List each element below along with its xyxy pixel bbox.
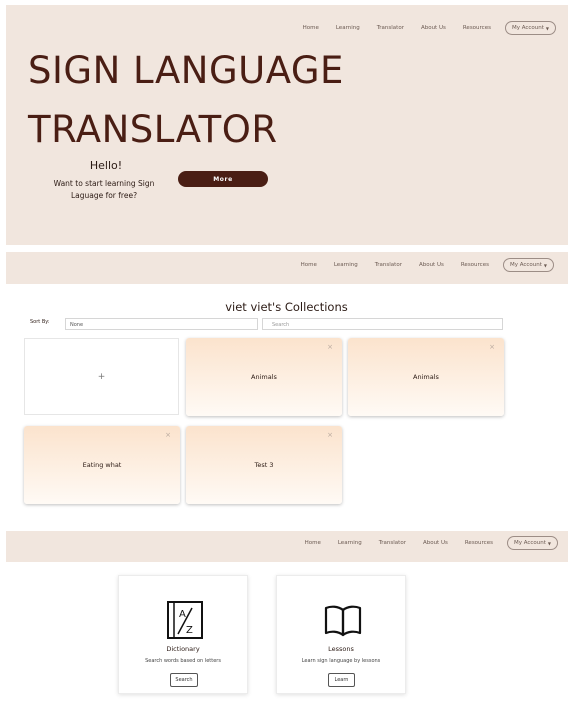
collection-card-title: Eating what — [82, 461, 122, 469]
collection-card[interactable]: Animals × — [348, 338, 504, 416]
lessons-description: Learn sign language by lessons — [301, 658, 381, 664]
resources-header: Home Learning Translator About Us Resour… — [6, 531, 568, 562]
close-icon[interactable]: × — [327, 343, 333, 351]
close-icon[interactable]: × — [327, 431, 333, 439]
chevron-down-icon: ▼ — [545, 25, 549, 31]
hero-hello: Hello! — [89, 159, 123, 172]
nav-about-us[interactable]: About Us — [421, 25, 446, 31]
nav-resources[interactable]: Resources — [461, 262, 489, 268]
svg-text:A: A — [179, 609, 186, 620]
collection-card[interactable]: Test 3 × — [186, 426, 342, 504]
nav-about-us[interactable]: About Us — [423, 540, 448, 546]
top-nav: Home Learning Translator About Us Resour… — [286, 21, 556, 35]
top-nav: Home Learning Translator About Us Resour… — [284, 258, 554, 272]
my-account-button[interactable]: My Account ▼ — [506, 536, 558, 550]
my-account-label: My Account — [511, 25, 544, 31]
hero-subtitle: Want to start learning Sign Laguage for … — [53, 179, 155, 200]
nav-learning[interactable]: Learning — [336, 25, 360, 31]
nav-resources[interactable]: Resources — [465, 540, 493, 546]
collection-card[interactable]: Animals × — [186, 338, 342, 416]
nav-learning[interactable]: Learning — [334, 262, 358, 268]
nav-translator[interactable]: Translator — [375, 262, 402, 268]
nav-translator[interactable]: Translator — [377, 25, 404, 31]
top-nav: Home Learning Translator About Us Resour… — [288, 536, 558, 550]
dictionary-a-z-icon: A Z — [167, 601, 203, 639]
svg-text:Z: Z — [186, 625, 193, 636]
lessons-title: Lessons — [328, 645, 354, 653]
lessons-card: Lessons Learn sign language by lessons L… — [276, 575, 406, 694]
my-account-label: My Account — [513, 540, 546, 546]
chevron-down-icon: ▼ — [547, 540, 551, 546]
nav-resources[interactable]: Resources — [463, 25, 491, 31]
more-button[interactable]: More — [178, 171, 268, 187]
dictionary-title: Dictionary — [166, 645, 200, 653]
collections-title: viet viet's Collections — [225, 300, 348, 314]
hero-section: Home Learning Translator About Us Resour… — [6, 5, 568, 245]
collection-card-title: Test 3 — [254, 461, 274, 469]
plus-icon: + — [97, 371, 106, 382]
sort-select[interactable]: None — [65, 318, 258, 330]
nav-home[interactable]: Home — [303, 25, 319, 31]
search-button[interactable]: Search — [170, 673, 198, 687]
chevron-down-icon: ▼ — [543, 262, 547, 268]
open-book-icon — [324, 605, 362, 637]
collection-card[interactable]: Eating what × — [24, 426, 180, 504]
add-collection-button[interactable]: + — [24, 338, 179, 415]
nav-about-us[interactable]: About Us — [419, 262, 444, 268]
nav-learning[interactable]: Learning — [338, 540, 362, 546]
dictionary-description: Search words based on letters — [145, 658, 221, 664]
close-icon[interactable]: × — [489, 343, 495, 351]
nav-home[interactable]: Home — [305, 540, 321, 546]
learn-button[interactable]: Learn — [328, 673, 355, 687]
nav-home[interactable]: Home — [301, 262, 317, 268]
hero-title-line2: TRANSLATOR — [28, 108, 278, 151]
my-account-button[interactable]: My Account ▼ — [504, 21, 556, 35]
search-input[interactable]: Search — [262, 318, 503, 330]
my-account-button[interactable]: My Account ▼ — [502, 258, 554, 272]
my-account-label: My Account — [509, 262, 542, 268]
collection-card-title: Animals — [413, 373, 439, 381]
collection-card-title: Animals — [251, 373, 277, 381]
sort-label: Sort By: — [30, 319, 50, 325]
collections-header: Home Learning Translator About Us Resour… — [6, 252, 568, 284]
hero-title-line1: SIGN LANGUAGE — [28, 49, 344, 92]
nav-translator[interactable]: Translator — [379, 540, 406, 546]
dictionary-card: A Z Dictionary Search words based on let… — [118, 575, 248, 694]
close-icon[interactable]: × — [165, 431, 171, 439]
